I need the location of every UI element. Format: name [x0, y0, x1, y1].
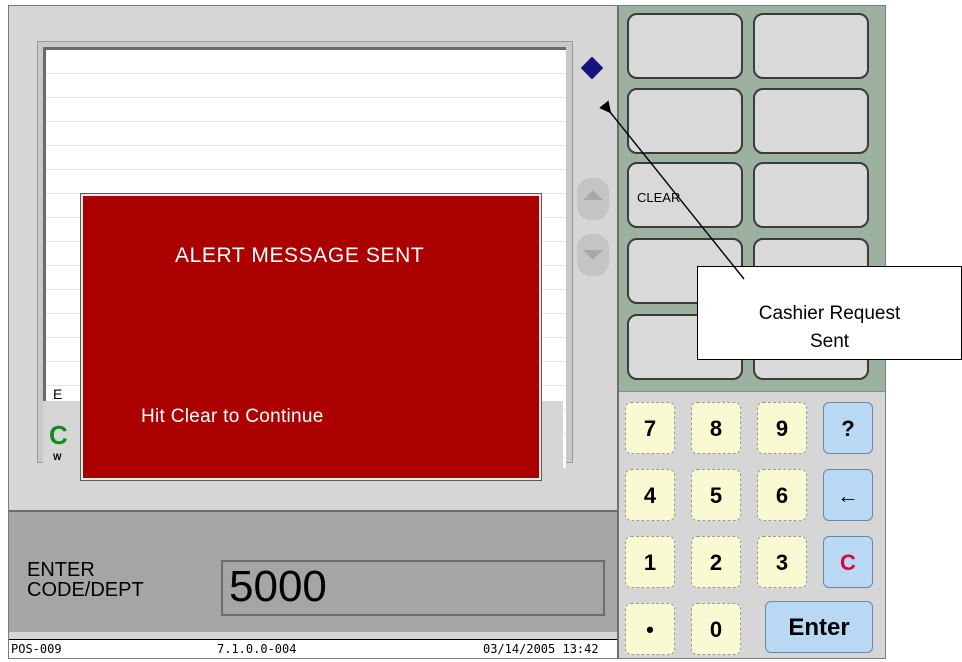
enter-button[interactable]: Enter: [765, 601, 873, 653]
key-6[interactable]: 6: [757, 469, 807, 521]
entry-prompt: ENTER CODE/DEPT: [27, 560, 144, 600]
receipt-partial-text: E: [53, 386, 63, 402]
key-2[interactable]: 2: [691, 536, 741, 588]
key-5[interactable]: 5: [691, 469, 741, 521]
annotation-line2: Sent: [809, 331, 850, 352]
help-button[interactable]: ?: [823, 402, 873, 454]
key-9[interactable]: 9: [757, 402, 807, 454]
alert-message: Hit Clear to Continue: [141, 406, 324, 427]
function-key-6[interactable]: [753, 162, 869, 228]
key-decimal[interactable]: •: [625, 603, 675, 655]
entry-prompt-line1: ENTER: [27, 559, 95, 581]
key-3[interactable]: 3: [757, 536, 807, 588]
scroll-up-button[interactable]: [577, 178, 609, 220]
receipt-partial-caption: W: [53, 452, 62, 462]
cancel-button[interactable]: C: [823, 536, 873, 588]
entry-value: 5000: [229, 562, 327, 611]
function-key-3[interactable]: [627, 88, 743, 154]
status-bar: POS-009 7.1.0.0-004 03/14/2005 13:42: [9, 639, 617, 658]
key-8[interactable]: 8: [691, 402, 741, 454]
alert-dialog: ALERT MESSAGE SENT Hit Clear to Continue: [81, 194, 541, 480]
backspace-button[interactable]: ←: [823, 469, 873, 521]
software-version: 7.1.0.0-004: [217, 642, 297, 656]
alert-title: ALERT MESSAGE SENT: [175, 244, 425, 267]
date-time: 03/14/2005 13:42: [483, 642, 599, 656]
annotation-line1: Cashier Request: [758, 303, 901, 324]
annotation-callout: Cashier Request Sent: [697, 266, 962, 360]
clear-button[interactable]: CLEAR: [627, 162, 743, 228]
key-4[interactable]: 4: [625, 469, 675, 521]
function-key-2[interactable]: [753, 13, 869, 79]
numeric-keypad: 7 8 9 ? 4 5 6 ← 1 2 3 C • 0 Enter: [619, 391, 885, 658]
key-0[interactable]: 0: [691, 603, 741, 655]
cashier-request-indicator-icon: [580, 56, 604, 80]
function-key-4[interactable]: [753, 88, 869, 154]
key-1[interactable]: 1: [625, 536, 675, 588]
scroll-down-button[interactable]: [577, 234, 609, 276]
key-7[interactable]: 7: [625, 402, 675, 454]
entry-prompt-line2: CODE/DEPT: [27, 579, 144, 601]
clear-button-label: CLEAR: [637, 190, 681, 205]
terminal-id: POS-009: [11, 642, 62, 656]
function-key-1[interactable]: [627, 13, 743, 79]
receipt-partial-logo: C: [49, 420, 68, 450]
